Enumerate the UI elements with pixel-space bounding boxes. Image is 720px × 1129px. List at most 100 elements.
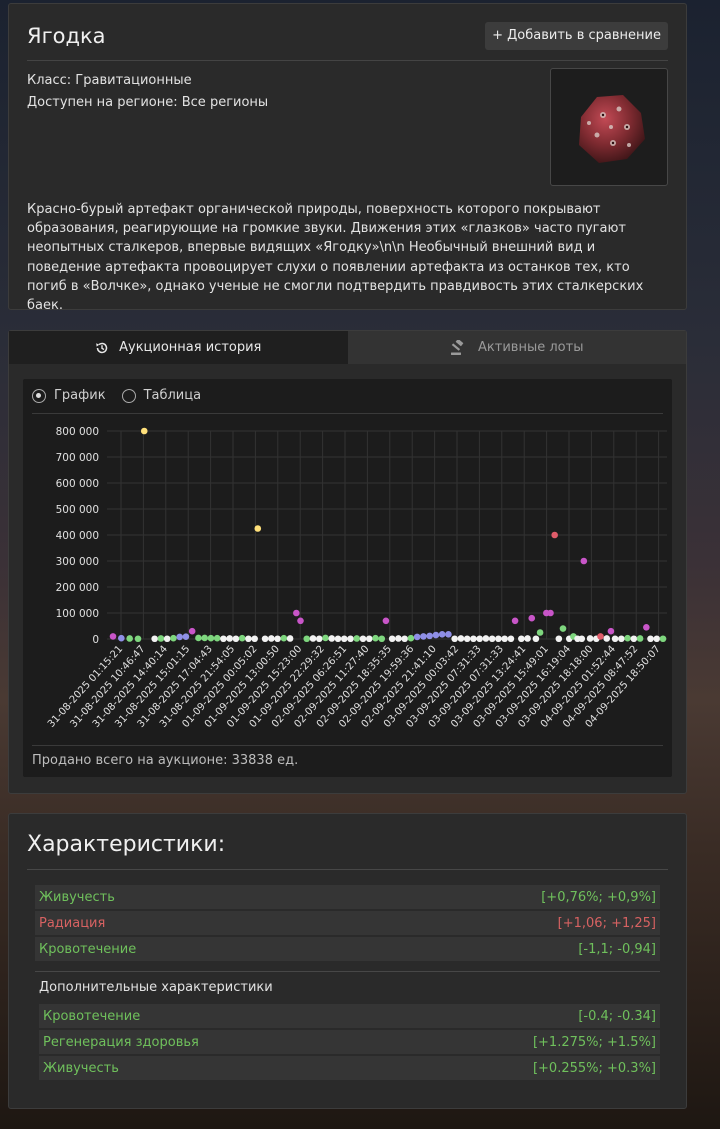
- table-radio-label[interactable]: Таблица: [144, 388, 202, 403]
- data-point: [395, 635, 402, 642]
- price-history-chart[interactable]: 800 000 700 000 600 000 500 000 400 000 300 0…: [23, 421, 673, 746]
- y-tick-label: 100 000: [56, 608, 99, 620]
- data-point: [388, 635, 396, 643]
- data-point: [451, 635, 458, 643]
- data-point: [359, 635, 367, 643]
- data-point: [551, 531, 558, 539]
- data-point: [382, 617, 390, 625]
- data-point: [413, 633, 421, 641]
- data-point: [578, 635, 586, 643]
- artifact-image: [550, 68, 668, 186]
- data-point: [536, 629, 544, 636]
- data-point: [118, 634, 125, 642]
- main-stats: Живучесть [+0,76%; +0,9%] Радиация [+1,0…: [35, 885, 660, 963]
- y-tick-label: 200 000: [56, 582, 99, 594]
- data-point: [261, 635, 269, 643]
- data-point: [126, 635, 133, 642]
- data-point: [586, 635, 594, 642]
- stat-name: Живучесть: [43, 1060, 119, 1076]
- stat-value: [+0,76%; +0,9%]: [541, 889, 656, 905]
- data-point: [630, 635, 638, 643]
- chart-top-divider: [32, 413, 663, 414]
- y-tick-label: 300 000: [56, 556, 99, 568]
- data-point: [482, 635, 490, 642]
- data-point: [470, 635, 477, 643]
- stat-row: Регенерация здоровья [+1.275%; +1.5%]: [39, 1030, 660, 1054]
- data-point: [511, 617, 519, 625]
- data-point: [303, 635, 311, 643]
- chart-radio[interactable]: [32, 388, 46, 403]
- data-point: [432, 631, 440, 639]
- data-point: [501, 635, 508, 643]
- data-point: [226, 635, 233, 642]
- data-point: [603, 635, 611, 642]
- stat-value: [+0.255%; +0.3%]: [532, 1060, 656, 1076]
- data-point: [315, 635, 323, 643]
- data-point: [328, 635, 336, 642]
- sold-total: Продано всего на аукционе: 33838 ед.: [32, 753, 299, 768]
- data-point: [365, 635, 373, 643]
- data-point: [524, 635, 531, 642]
- data-point: [528, 614, 536, 622]
- data-point: [372, 634, 379, 642]
- extra-stats: Кровотечение [-0.4; -0.34] Регенерация з…: [39, 1004, 660, 1082]
- stat-value: [+1,06; +1,25]: [557, 915, 656, 931]
- data-point: [532, 635, 540, 643]
- data-point: [151, 635, 158, 643]
- stat-row: Кровотечение [-1,1; -0,94]: [35, 937, 660, 961]
- chart-bottom-divider: [32, 745, 663, 746]
- data-point: [157, 635, 165, 642]
- data-point: [232, 635, 240, 643]
- data-point: [438, 631, 446, 638]
- data-point: [238, 634, 246, 642]
- y-axis: 800 000 700 000 600 000 500 000 400 000 300 0…: [56, 426, 99, 646]
- tab-active-lots-label: Активные лоты: [478, 340, 584, 355]
- data-point: [213, 634, 221, 642]
- y-tick-label: 800 000: [56, 426, 99, 438]
- stat-row: Живучесть [+0.255%; +0.3%]: [39, 1056, 660, 1080]
- data-point: [182, 633, 190, 640]
- history-icon: [96, 342, 108, 353]
- data-point: [254, 525, 262, 532]
- stat-name: Регенерация здоровья: [43, 1034, 199, 1050]
- data-point: [547, 609, 554, 617]
- x-axis: 31-08-2025 01:15:2131-08-2025 10:46:4731…: [46, 644, 663, 730]
- tab-active-lots[interactable]: Активные лоты: [347, 331, 686, 364]
- stat-value: [+1.275%; +1.5%]: [532, 1034, 656, 1050]
- add-to-compare-button[interactable]: + Добавить в сравнение: [485, 22, 668, 50]
- data-point: [518, 635, 525, 643]
- data-point: [597, 633, 604, 640]
- chart-card: График Таблица 800 000 700 000 600 000 500 …: [23, 379, 672, 777]
- y-tick-label: 400 000: [56, 530, 99, 542]
- data-point: [378, 635, 386, 643]
- auction-tabs: Аукционная история Активные лоты: [9, 331, 686, 364]
- data-point: [457, 635, 465, 642]
- data-point: [659, 635, 667, 643]
- data-point: [636, 635, 644, 642]
- data-point: [201, 634, 208, 642]
- data-point: [618, 635, 625, 643]
- data-point: [488, 635, 496, 643]
- data-point: [286, 635, 294, 642]
- item-class: Класс: Гравитационные: [27, 73, 192, 88]
- data-point: [445, 631, 452, 638]
- tab-auction-history[interactable]: Аукционная история: [9, 331, 348, 364]
- data-point: [220, 635, 227, 643]
- table-radio[interactable]: [121, 388, 136, 403]
- data-point: [624, 634, 631, 642]
- stat-name: Кровотечение: [43, 1008, 141, 1024]
- data-point: [495, 635, 502, 643]
- y-tick-label: 0: [92, 634, 99, 646]
- data-point: [647, 635, 654, 643]
- chart-radio-label[interactable]: График: [54, 388, 106, 403]
- data-point: [195, 634, 202, 642]
- data-point: [643, 624, 650, 631]
- data-point: [401, 635, 408, 643]
- data-point: [176, 633, 183, 641]
- stat-value: [-1,1; -0,94]: [578, 941, 656, 957]
- data-point: [251, 635, 258, 643]
- item-info-panel: Ягодка + Добавить в сравнение Класс: Гра…: [8, 3, 687, 313]
- data-point: [170, 634, 177, 642]
- stat-name: Кровотечение: [39, 941, 137, 957]
- data-point: [297, 617, 304, 625]
